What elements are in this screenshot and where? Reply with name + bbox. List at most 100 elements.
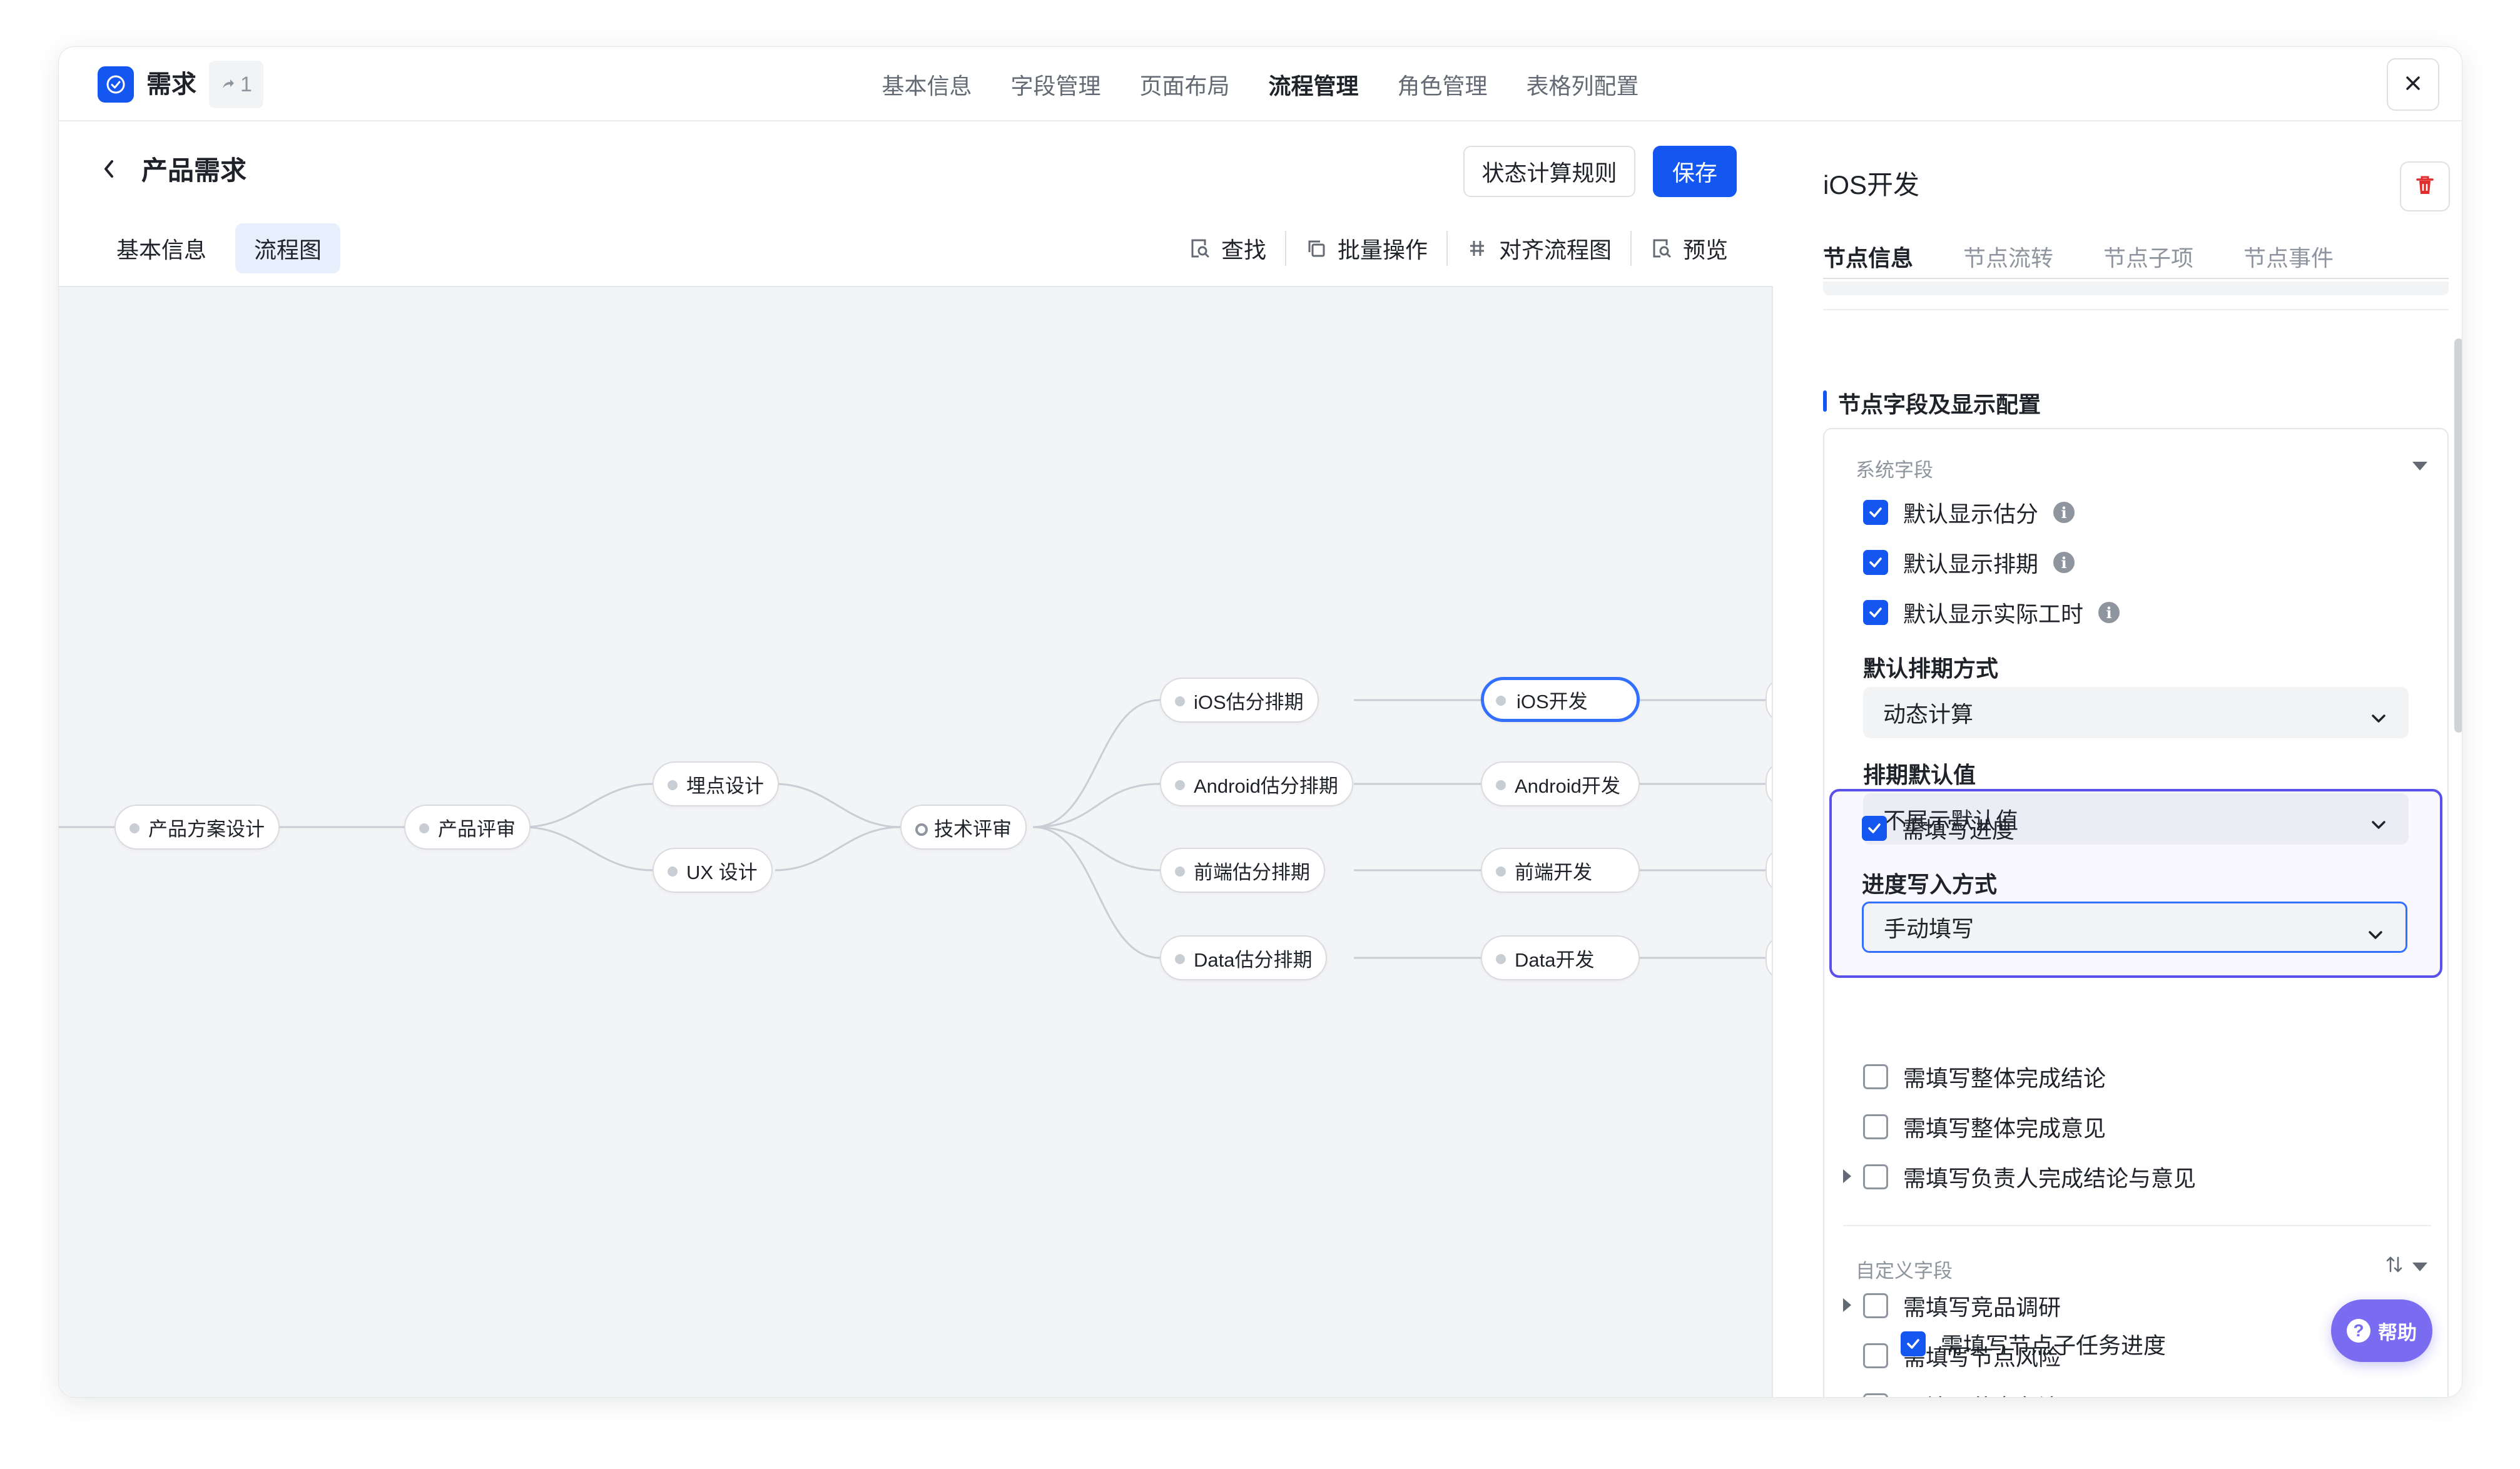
save-button[interactable]: 保存 <box>1653 146 1737 197</box>
preview-button[interactable]: 预览 <box>1632 232 1747 265</box>
checkbox[interactable] <box>1863 500 1888 525</box>
tab-node-subitems[interactable]: 节点子项 <box>2103 240 2193 282</box>
batch-operation-button[interactable]: 批量操作 <box>1286 232 1446 265</box>
checkbox-label: 默认显示估分 <box>1903 501 2039 527</box>
tab-basic-info[interactable]: 基本信息 <box>881 68 972 101</box>
subtab-flowchart[interactable]: 流程图 <box>235 223 341 273</box>
tab-role-management[interactable]: 角色管理 <box>1398 68 1488 101</box>
checkbox-label: 需填写进度 <box>1902 817 2015 843</box>
align-flow-button[interactable]: 对齐流程图 <box>1448 232 1630 265</box>
flow-node[interactable]: 前端开发 <box>1481 848 1640 893</box>
checkbox-show-actual-hours[interactable]: 默认显示实际工时 i <box>1863 597 2120 628</box>
info-icon[interactable]: i <box>2098 602 2120 623</box>
checkbox[interactable] <box>1863 550 1888 575</box>
flow-node[interactable]: 技术评审 <box>900 805 1027 850</box>
scrolled-name-field[interactable] <box>1823 282 2449 295</box>
select-value: 手动填写 <box>1884 916 1974 942</box>
checkbox[interactable] <box>1863 1393 1888 1397</box>
top-bar: 需求 1 基本信息 字段管理 页面布局 流程管理 角色管理 表格列配置 <box>59 47 2462 121</box>
copy-icon <box>1305 237 1328 260</box>
progress-mode-select[interactable]: 手动填写 <box>1862 902 2407 953</box>
tab-node-info[interactable]: 节点信息 <box>1823 240 1913 282</box>
flow-node[interactable]: iOS估分排期 <box>1160 678 1319 723</box>
page-title: 产品需求 <box>141 156 247 185</box>
flow-node[interactable]: UX 设计 <box>653 848 773 893</box>
sort-icon[interactable] <box>2385 1254 2404 1278</box>
checkbox-label: 需填写整体完成结论 <box>1903 1065 2106 1091</box>
select-value: 动态计算 <box>1883 701 1974 727</box>
checkbox-label: 需填写节点子任务进度 <box>1941 1333 2167 1358</box>
align-flow-label: 对齐流程图 <box>1499 237 1612 263</box>
flow-node[interactable]: Android估分排期 <box>1160 761 1353 806</box>
chevron-down-icon <box>2370 704 2387 731</box>
subtab-basic-info[interactable]: 基本信息 <box>98 223 225 273</box>
checkbox[interactable] <box>1863 600 1888 625</box>
info-icon[interactable]: i <box>2053 552 2075 573</box>
expand-caret-icon[interactable] <box>1843 1298 1851 1312</box>
flow-node[interactable]: 埋点设计 <box>653 761 779 806</box>
share-count: 1 <box>240 72 252 96</box>
tab-node-transition[interactable]: 节点流转 <box>1963 240 2053 282</box>
flow-node[interactable]: 前端估分排期 <box>1160 848 1325 893</box>
checkbox-node-notes[interactable]: 需填写节点备注 <box>1863 1390 2061 1397</box>
info-icon[interactable]: i <box>2053 502 2075 523</box>
checkbox[interactable] <box>1862 816 1887 841</box>
close-button[interactable] <box>2387 58 2439 111</box>
top-tabs: 基本信息 字段管理 页面布局 流程管理 角色管理 表格列配置 <box>59 47 2462 121</box>
delete-node-button[interactable] <box>2400 161 2450 211</box>
flow-canvas[interactable]: 产品方案设计 产品评审 埋点设计 UX 设计 技术评审 iOS估分排期 Andr… <box>59 286 1773 1397</box>
check-circle-icon <box>98 66 134 103</box>
checkbox-progress-required[interactable]: 需填写进度 <box>1862 813 2014 844</box>
checkbox-label: 需填写节点备注 <box>1903 1390 2061 1397</box>
divider <box>1823 309 2449 310</box>
checkbox-label: 需填写整体完成意见 <box>1903 1116 2106 1141</box>
flow-node-selected[interactable]: iOS开发 <box>1481 677 1640 722</box>
help-button[interactable]: ? 帮助 <box>2331 1299 2432 1362</box>
app-title: 需求 <box>146 71 196 98</box>
checkbox-show-schedule[interactable]: 默认显示排期 i <box>1863 547 2075 578</box>
tab-page-layout[interactable]: 页面布局 <box>1139 68 1229 101</box>
tab-field-management[interactable]: 字段管理 <box>1010 68 1100 101</box>
checkbox-show-estimate[interactable]: 默认显示估分 i <box>1863 497 2075 528</box>
schedule-mode-select[interactable]: 动态计算 <box>1863 687 2409 738</box>
tab-table-column-config[interactable]: 表格列配置 <box>1527 68 1639 101</box>
close-icon <box>2404 74 2422 96</box>
checkbox-overall-conclusion[interactable]: 需填写整体完成结论 <box>1863 1061 2106 1092</box>
schedule-mode-label: 默认排期方式 <box>1863 656 1999 681</box>
status-rule-button[interactable]: 状态计算规则 <box>1463 146 1635 197</box>
checkbox-owner-conclusion[interactable]: 需填写负责人完成结论与意见 <box>1863 1161 2196 1192</box>
checkbox[interactable] <box>1863 1114 1888 1139</box>
expand-caret-icon[interactable] <box>1843 1169 1851 1183</box>
checkbox[interactable] <box>1863 1064 1888 1089</box>
checkbox[interactable] <box>1863 1343 1888 1368</box>
checkbox-overall-opinion[interactable]: 需填写整体完成意见 <box>1863 1111 2106 1142</box>
flow-node[interactable]: Data开发 <box>1481 935 1640 980</box>
preview-icon <box>1650 237 1673 260</box>
system-fields-label: 系统字段 <box>1856 459 1933 481</box>
panel-scrollbar[interactable] <box>2454 338 2462 733</box>
checkbox[interactable] <box>1863 1293 1888 1318</box>
checkbox[interactable] <box>1901 1331 1926 1356</box>
panel-tabs: 节点信息 节点流转 节点子项 节点事件 <box>1823 240 2334 282</box>
chevron-down-icon[interactable] <box>2412 462 2427 470</box>
find-button[interactable]: 查找 <box>1170 232 1285 265</box>
custom-fields-label: 自定义字段 <box>1856 1260 1953 1282</box>
chevron-left-icon <box>101 158 117 183</box>
chevron-down-icon[interactable] <box>2412 1263 2427 1271</box>
find-label: 查找 <box>1221 237 1267 263</box>
align-icon <box>1466 237 1489 260</box>
tab-node-events[interactable]: 节点事件 <box>2243 240 2334 282</box>
tab-workflow-management[interactable]: 流程管理 <box>1269 68 1359 101</box>
search-doc-icon <box>1189 237 1211 260</box>
flow-node[interactable]: 产品方案设计 <box>114 805 280 850</box>
flow-node[interactable]: 产品评审 <box>404 805 531 850</box>
checkbox-subtask-progress[interactable]: 需填写节点子任务进度 <box>1901 1328 2166 1360</box>
share-badge[interactable]: 1 <box>209 61 263 108</box>
flow-node[interactable]: Android开发 <box>1481 761 1640 806</box>
panel-title: iOS开发 <box>1823 170 1920 200</box>
checkbox-competitor-research[interactable]: 需填写竞品调研 <box>1863 1290 2061 1321</box>
checkbox[interactable] <box>1863 1164 1888 1189</box>
flow-node[interactable]: Data估分排期 <box>1160 935 1328 980</box>
back-button[interactable] <box>96 158 121 183</box>
checkbox-label: 默认显示实际工时 <box>1903 601 2084 627</box>
